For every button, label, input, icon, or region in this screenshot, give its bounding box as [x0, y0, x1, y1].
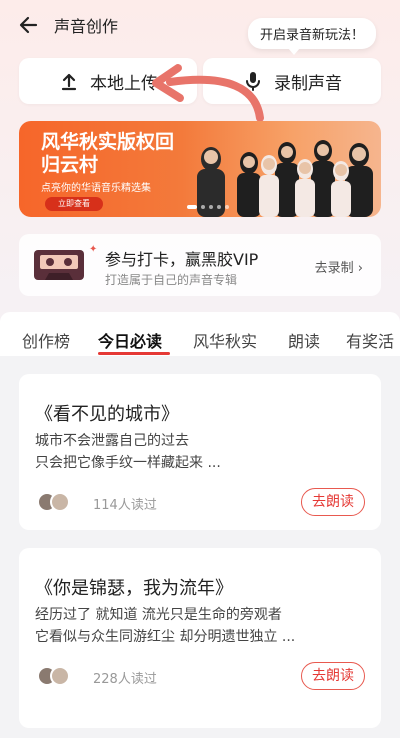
pagination-dot [217, 205, 221, 209]
vip-title: 参与打卡，赢黑胶VIP [105, 250, 259, 269]
tab-reading[interactable]: 朗读 [288, 328, 320, 352]
action-row: 本地上传 录制声音 [19, 58, 381, 104]
excerpt-line: 城市不会泄露自己的过去 [35, 433, 189, 449]
card-excerpt: 经历过了 就知道 流光只是生命的旁观者 它看似与众生同游红尘 却分明遗世独立 .… [35, 604, 295, 648]
reader-avatars [37, 666, 70, 686]
back-arrow-icon[interactable] [16, 12, 42, 38]
go-record-link[interactable]: 去录制 › [315, 257, 363, 276]
excerpt-line: 只会把它像手纹一样藏起来 ... [35, 455, 221, 471]
reading-card[interactable]: 《看不见的城市》 城市不会泄露自己的过去 只会把它像手纹一样藏起来 ... 11… [19, 374, 381, 530]
reader-avatars [37, 492, 70, 512]
banner-pagination [187, 205, 229, 209]
read-count: 228人读过 [93, 672, 157, 687]
sparkle-icon: ✦ [89, 244, 98, 255]
go-read-button[interactable]: 去朗读 [301, 662, 365, 690]
header: 声音创作 开启录音新玩法！ [0, 0, 400, 55]
card-excerpt: 城市不会泄露自己的过去 只会把它像手纹一样藏起来 ... [35, 430, 221, 474]
pagination-dot [209, 205, 213, 209]
pagination-dot [201, 205, 205, 209]
record-voice-label: 录制声音 [274, 73, 342, 94]
local-upload-label: 本地上传 [90, 73, 158, 94]
vip-checkin-card[interactable]: ✦ 参与打卡，赢黑胶VIP 打造属于自己的声音专辑 去录制 › [19, 234, 381, 296]
local-upload-button[interactable]: 本地上传 [19, 58, 197, 104]
record-voice-button[interactable]: 录制声音 [203, 58, 381, 104]
vip-subtitle: 打造属于自己的声音专辑 [105, 273, 238, 287]
banner-title: 风华秋实版权回归云村 [41, 131, 175, 176]
card-title: 《看不见的城市》 [35, 404, 179, 425]
banner-cta-button[interactable]: 立即查看 [45, 197, 103, 211]
tab-fenghua-qiushi[interactable]: 风华秋实 [193, 328, 257, 352]
tab-creation-chart[interactable]: 创作榜 [22, 328, 70, 352]
microphone-icon [246, 72, 260, 91]
banner-subtitle: 点亮你的华语音乐精选集 [41, 183, 151, 194]
chevron-right-icon: › [357, 261, 363, 276]
avatar [50, 492, 70, 512]
go-read-button[interactable]: 去朗读 [301, 488, 365, 516]
card-title: 《你是锦瑟，我为流年》 [35, 578, 233, 599]
tab-today-reading[interactable]: 今日必读 [98, 328, 162, 352]
pagination-dot [187, 205, 197, 209]
artists-group-image [197, 140, 373, 217]
pagination-dot [225, 205, 229, 209]
tab-bar: 创作榜 今日必读 风华秋实 朗读 有奖活 [0, 312, 400, 356]
go-record-label: 去录制 [314, 261, 354, 276]
upload-icon [61, 73, 77, 91]
new-feature-tooltip[interactable]: 开启录音新玩法！ [247, 18, 376, 55]
active-tab-indicator [98, 352, 170, 355]
page-title: 声音创作 [54, 17, 119, 36]
avatar [50, 666, 70, 686]
excerpt-line: 经历过了 就知道 流光只是生命的旁观者 [35, 607, 282, 623]
reading-card[interactable]: 《你是锦瑟，我为流年》 经历过了 就知道 流光只是生命的旁观者 它看似与众生同游… [19, 548, 381, 728]
promo-banner[interactable]: 风华秋实版权回归云村 点亮你的华语音乐精选集 立即查看 [19, 121, 381, 217]
cassette-tape-icon [34, 250, 84, 280]
read-count: 114人读过 [93, 498, 157, 513]
tab-prize-activity[interactable]: 有奖活 [346, 328, 394, 352]
excerpt-line: 它看似与众生同游红尘 却分明遗世独立 ... [35, 629, 296, 645]
